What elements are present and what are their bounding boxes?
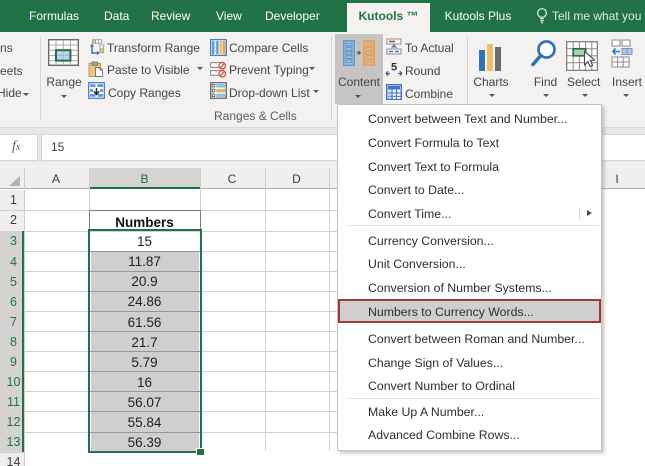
svg-text:5: 5 (391, 62, 397, 74)
